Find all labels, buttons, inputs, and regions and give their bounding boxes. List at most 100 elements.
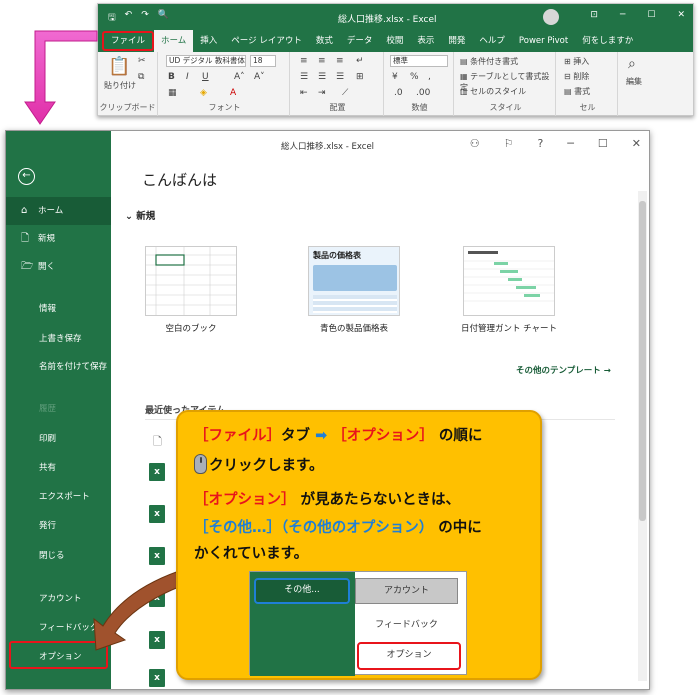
increase-decimal-icon[interactable]: .0 [394, 88, 403, 98]
maximize-icon[interactable]: ☐ [598, 137, 608, 150]
conditional-format-icon: ▤ [460, 57, 471, 66]
scrollbar-thumb[interactable] [639, 201, 646, 521]
excel-file-icon[interactable]: x [149, 463, 165, 481]
coauthor-icon[interactable]: ⚐ [504, 137, 514, 150]
font-color-icon[interactable]: A [230, 88, 236, 98]
number-format-select[interactable]: 標準 [390, 55, 448, 67]
tab-formulas[interactable]: 数式 [309, 30, 340, 52]
user-avatar-icon[interactable] [543, 9, 559, 25]
font-name-select[interactable]: UD デジタル 教科書体 [166, 55, 246, 67]
sidebar-item-account[interactable]: アカウント [6, 585, 111, 613]
minimize-icon[interactable]: ─ [567, 137, 574, 150]
insert-cells-icon: ⊞ [564, 57, 574, 66]
callout-line-1: ［ファイル］タブ ➡ ［オプション］ の順に [194, 424, 482, 445]
back-arrow-icon[interactable]: ← [18, 168, 35, 185]
excel-file-icon[interactable]: x [149, 589, 165, 607]
sidebar-item-share[interactable]: 共有 [6, 454, 111, 482]
currency-icon[interactable]: ¥ [392, 72, 398, 82]
tab-developer[interactable]: 開発 [441, 30, 472, 52]
format-cells-button[interactable]: ▤ 書式 [564, 86, 590, 97]
close-icon[interactable]: ✕ [677, 10, 685, 20]
new-section-header[interactable]: ⌄ 新規 [125, 208, 155, 222]
sidebar-item-save-as[interactable]: 名前を付けて保存 [6, 357, 111, 391]
sidebar-item-new[interactable]: 🗋 新規 [6, 225, 111, 253]
tab-power-pivot[interactable]: Power Pivot [512, 30, 575, 52]
border-icon[interactable]: ▦ [168, 88, 177, 98]
sidebar-item-export[interactable]: エクスポート [6, 483, 111, 511]
template-blank-workbook[interactable]: 空白のブック [141, 246, 241, 334]
tab-review[interactable]: 校閲 [379, 30, 410, 52]
mouse-icon [194, 454, 207, 474]
sidebar-item-print[interactable]: 印刷 [6, 425, 111, 453]
sidebar-item-feedback[interactable]: フィードバック [6, 614, 111, 642]
help-icon[interactable]: ? [537, 137, 543, 150]
delete-cells-button[interactable]: ⊟ 削除 [564, 71, 589, 82]
close-icon[interactable]: ✕ [632, 137, 641, 150]
group-clipboard: 📋 貼り付け ✂ ⧉ クリップボード [98, 52, 158, 116]
excel-file-icon[interactable]: x [149, 547, 165, 565]
fill-color-icon[interactable]: ◈ [200, 88, 207, 98]
bold-icon[interactable]: B [168, 72, 175, 82]
align-bottom-icon[interactable]: ≡ [336, 56, 344, 66]
account-icon[interactable]: ⚇ [470, 137, 480, 150]
tab-data[interactable]: データ [340, 30, 380, 52]
align-top-icon[interactable]: ≡ [300, 56, 308, 66]
grow-font-icon[interactable]: A˄ [234, 72, 245, 82]
insert-cells-button[interactable]: ⊞ 挿入 [564, 56, 589, 67]
ribbon-tabs: ファイル ホーム 挿入 ページ レイアウト 数式 データ 校閲 表示 開発 ヘル… [98, 30, 693, 52]
minimize-icon[interactable]: ─ [620, 10, 625, 20]
redo-icon[interactable]: ↷ [141, 10, 149, 26]
ribbon-display-icon[interactable]: ⊡ [590, 10, 598, 20]
sidebar-item-close[interactable]: 閉じる [6, 542, 111, 570]
excel-file-icon[interactable]: x [149, 631, 165, 649]
window-controls: ⊡ ─ ☐ ✕ [590, 10, 685, 20]
cut-icon[interactable]: ✂ [138, 56, 146, 66]
sidebar-item-home[interactable]: ⌂ ホーム [6, 197, 111, 225]
paste-label[interactable]: 貼り付け [104, 80, 136, 91]
tab-insert[interactable]: 挿入 [193, 30, 224, 52]
tell-me-search[interactable]: 何をしますか [575, 30, 640, 52]
align-right-icon[interactable]: ☰ [336, 72, 344, 82]
save-icon[interactable]: 🖫 [108, 10, 116, 26]
tab-page-layout[interactable]: ページ レイアウト [224, 30, 309, 52]
group-label-alignment: 配置 [329, 103, 346, 112]
sidebar-item-info[interactable]: 情報 [6, 295, 111, 323]
shrink-font-icon[interactable]: A˅ [254, 72, 265, 82]
sidebar-item-open[interactable]: 🗁 開く [6, 253, 111, 281]
maximize-icon[interactable]: ☐ [647, 10, 655, 20]
decrease-decimal-icon[interactable]: .00 [416, 88, 430, 98]
percent-icon[interactable]: % [410, 72, 419, 82]
cell-styles-button[interactable]: ▥ セルのスタイル [460, 86, 526, 97]
conditional-format-button[interactable]: ▤ 条件付き書式 [460, 56, 518, 67]
comma-icon[interactable]: , [428, 72, 431, 82]
align-middle-icon[interactable]: ≡ [318, 56, 326, 66]
edit-label[interactable]: 編集 [626, 76, 642, 87]
template-gantt[interactable]: 日付管理ガント チャート [459, 246, 559, 334]
more-templates-link[interactable]: その他のテンプレート → [516, 364, 611, 376]
excel-file-icon[interactable]: x [149, 505, 165, 523]
scrollbar[interactable] [638, 191, 647, 681]
wrap-text-icon[interactable]: ↵ [356, 56, 364, 66]
tab-view[interactable]: 表示 [410, 30, 441, 52]
merge-cells-icon[interactable]: ⊞ [356, 72, 364, 82]
tab-file[interactable]: ファイル [102, 31, 155, 51]
tab-help[interactable]: ヘルプ [472, 30, 512, 52]
excel-file-icon[interactable]: x [149, 669, 165, 687]
paste-icon[interactable]: 📋 [108, 56, 130, 77]
underline-icon[interactable]: U [202, 72, 209, 82]
sidebar-item-publish[interactable]: 発行 [6, 512, 111, 540]
preview-icon[interactable]: 🔍 [158, 10, 169, 26]
undo-icon[interactable]: ↶ [125, 10, 133, 26]
align-center-icon[interactable]: ☰ [318, 72, 326, 82]
template-price-list[interactable]: 製品の価格表 青色の製品価格表 [304, 246, 404, 334]
italic-icon[interactable]: I [186, 72, 189, 82]
indent-icon[interactable]: ⇤ [300, 88, 308, 98]
align-left-icon[interactable]: ☰ [300, 72, 308, 82]
search-icon[interactable]: ⌕ [628, 56, 636, 72]
tab-home[interactable]: ホーム [154, 30, 194, 52]
font-size-select[interactable]: 18 [250, 55, 276, 67]
sidebar-item-save[interactable]: 上書き保存 [6, 325, 111, 353]
copy-icon[interactable]: ⧉ [138, 72, 144, 82]
orientation-icon[interactable]: ⟋ [342, 88, 348, 98]
outdent-icon[interactable]: ⇥ [318, 88, 326, 98]
